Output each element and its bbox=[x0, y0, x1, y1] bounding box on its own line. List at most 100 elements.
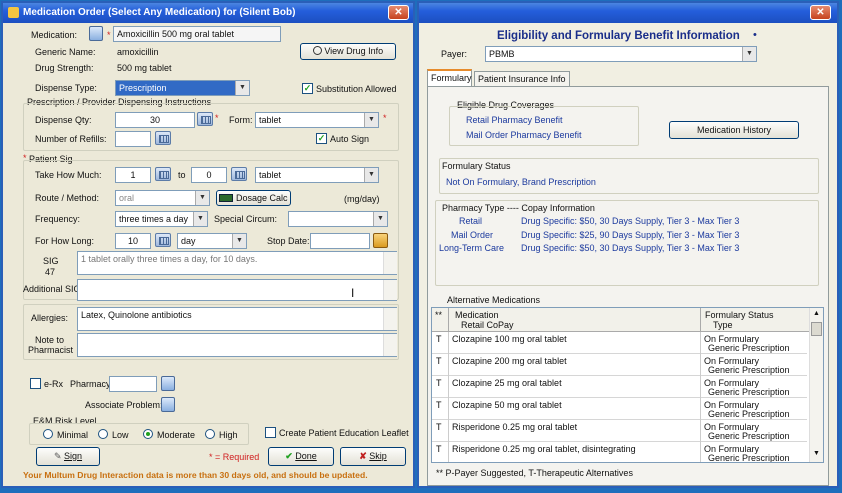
allergies-scrollbar[interactable] bbox=[383, 308, 397, 330]
substitution-label: Substitution Allowed bbox=[316, 84, 397, 94]
risk-low-radio[interactable] bbox=[98, 429, 108, 439]
close-button[interactable]: ✕ bbox=[810, 5, 831, 20]
chevron-down-icon[interactable]: ▼ bbox=[373, 212, 387, 226]
take-to-field[interactable]: 0 bbox=[191, 167, 227, 183]
chevron-down-icon[interactable]: ▼ bbox=[364, 113, 378, 127]
chevron-up-icon[interactable]: ▲ bbox=[813, 310, 820, 317]
pharmacy-field[interactable] bbox=[109, 376, 157, 392]
keypad-icon[interactable] bbox=[231, 167, 247, 181]
take-unit-select[interactable]: tablet ▼ bbox=[255, 167, 379, 183]
pharmacy-lookup-icon[interactable] bbox=[161, 376, 175, 391]
refills-field[interactable] bbox=[115, 131, 151, 147]
auto-sign-checkbox[interactable]: ✓ bbox=[316, 133, 327, 144]
table-row[interactable]: T Clozapine 100 mg oral tablet On Formul… bbox=[432, 332, 807, 354]
table-row[interactable]: T Clozapine 50 mg oral tablet On Formula… bbox=[432, 398, 807, 420]
sig-scrollbar[interactable] bbox=[383, 252, 397, 274]
for-how-long-field[interactable]: 10 bbox=[115, 233, 151, 249]
medication-history-label: Medication History bbox=[696, 125, 772, 135]
chevron-down-icon[interactable]: ▼ bbox=[742, 47, 756, 61]
note-to-pharmacist-field[interactable] bbox=[77, 333, 397, 357]
pharmacy-label: Pharmacy: bbox=[70, 379, 114, 389]
medication-lookup-icon[interactable] bbox=[89, 26, 103, 41]
formulary-heading: Eligibility and Formulary Benefit Inform… bbox=[497, 30, 740, 42]
table-row[interactable]: T Clozapine 25 mg oral tablet On Formula… bbox=[432, 376, 807, 398]
row-flag: T bbox=[436, 400, 442, 410]
row-column-divider bbox=[448, 332, 449, 462]
stop-date-label: Stop Date: bbox=[267, 236, 310, 246]
keypad-icon[interactable] bbox=[155, 167, 171, 181]
additional-sig-scrollbar[interactable] bbox=[383, 280, 397, 300]
take-how-much-label: Take How Much: bbox=[35, 170, 102, 180]
required-marker: * bbox=[215, 113, 219, 123]
frequency-label: Frequency: bbox=[35, 214, 81, 224]
row-medication: Clozapine 200 mg oral tablet bbox=[452, 356, 567, 366]
row-medication: Clozapine 50 mg oral tablet bbox=[452, 400, 562, 410]
heading-dot: • bbox=[753, 29, 757, 41]
allergies-value: Latex, Quinolone antibiotics bbox=[81, 310, 192, 320]
sign-button[interactable]: ✎ Sign bbox=[36, 447, 100, 466]
copay-info: Drug Specific: $50, 30 Days Supply, Tier… bbox=[521, 216, 740, 226]
risk-minimal-radio[interactable] bbox=[43, 429, 53, 439]
header-type: Type bbox=[713, 320, 733, 330]
chevron-down-icon[interactable]: ▼ bbox=[195, 191, 209, 205]
stop-date-field[interactable] bbox=[310, 233, 370, 249]
risk-high-radio[interactable] bbox=[205, 429, 215, 439]
note-label-line1: Note to bbox=[35, 335, 65, 345]
duration-unit-select[interactable]: day ▼ bbox=[177, 233, 247, 249]
chevron-down-icon[interactable]: ▼ bbox=[232, 234, 246, 248]
calendar-icon[interactable] bbox=[373, 233, 388, 248]
row-flag: T bbox=[436, 356, 442, 366]
medication-history-button[interactable]: Medication History bbox=[669, 121, 799, 139]
dosage-calc-button[interactable]: Dosage Calc bbox=[216, 190, 291, 206]
chevron-down-icon[interactable]: ▼ bbox=[193, 212, 207, 226]
chevron-down-icon[interactable]: ▼ bbox=[813, 450, 820, 457]
note-scrollbar[interactable] bbox=[383, 334, 397, 356]
keypad-icon[interactable] bbox=[155, 233, 171, 247]
skip-label: Skip bbox=[369, 451, 387, 461]
tab-patient-insurance[interactable]: Patient Insurance Info bbox=[474, 71, 570, 87]
table-row[interactable]: T Risperidone 0.25 mg oral tablet, disin… bbox=[432, 442, 807, 462]
erx-checkbox[interactable] bbox=[30, 378, 41, 389]
copay-type: Long-Term Care bbox=[439, 243, 505, 253]
required-note: * = Required bbox=[209, 452, 260, 462]
substitution-checkbox[interactable]: ✓ bbox=[302, 83, 313, 94]
form-label: Form: bbox=[229, 115, 253, 125]
table-row[interactable]: T Risperidone 0.25 mg oral tablet On For… bbox=[432, 420, 807, 442]
additional-sig-field[interactable] bbox=[77, 279, 397, 301]
dispense-qty-field[interactable]: 30 bbox=[115, 112, 195, 128]
alternatives-scrollbar[interactable]: ▲ ▼ bbox=[809, 308, 823, 462]
dispense-type-select[interactable]: Prescription ▼ bbox=[115, 80, 250, 96]
close-icon: ✕ bbox=[816, 7, 825, 18]
close-button[interactable]: ✕ bbox=[388, 5, 409, 20]
keypad-icon[interactable] bbox=[155, 131, 171, 145]
payer-select[interactable]: PBMB ▼ bbox=[485, 46, 757, 62]
problem-lookup-icon[interactable] bbox=[161, 397, 175, 412]
chevron-down-icon[interactable]: ▼ bbox=[364, 168, 378, 182]
form-select[interactable]: tablet ▼ bbox=[255, 112, 379, 128]
tab-formulary[interactable]: Formulary bbox=[427, 69, 472, 87]
keypad-icon[interactable] bbox=[197, 112, 213, 126]
header-formulary-status: Formulary Status bbox=[705, 310, 774, 320]
copay-type: Mail Order bbox=[451, 230, 494, 240]
risk-moderate-radio[interactable] bbox=[143, 429, 153, 439]
table-row[interactable]: T Clozapine 200 mg oral tablet On Formul… bbox=[432, 354, 807, 376]
special-circum-select[interactable]: ▼ bbox=[288, 211, 388, 227]
allergies-label: Allergies: bbox=[31, 313, 69, 323]
alternatives-footnote: ** P-Payer Suggested, T-Therapeutic Alte… bbox=[436, 468, 633, 478]
header-retail-copay: Retail CoPay bbox=[461, 320, 514, 330]
sig-text: 1 tablet orally three times a day, for 1… bbox=[81, 254, 258, 264]
create-leaflet-checkbox[interactable] bbox=[265, 427, 276, 438]
allergies-field[interactable]: Latex, Quinolone antibiotics bbox=[77, 307, 397, 331]
view-drug-info-button[interactable]: View Drug Info bbox=[300, 43, 396, 60]
skip-button[interactable]: ✘ Skip bbox=[340, 447, 406, 466]
medication-field[interactable]: Amoxicillin 500 mg oral tablet bbox=[113, 26, 281, 42]
route-select[interactable]: oral ▼ bbox=[115, 190, 210, 206]
chevron-down-icon[interactable]: ▼ bbox=[235, 81, 249, 95]
sig-text-area[interactable]: 1 tablet orally three times a day, for 1… bbox=[77, 251, 397, 275]
done-button[interactable]: ✔ Done bbox=[268, 447, 334, 466]
payer-label: Payer: bbox=[441, 49, 468, 59]
frequency-select[interactable]: three times a day ▼ bbox=[115, 211, 208, 227]
scroll-thumb[interactable] bbox=[811, 322, 822, 336]
medication-order-titlebar: Medication Order (Select Any Medication)… bbox=[3, 3, 413, 23]
take-from-field[interactable]: 1 bbox=[115, 167, 151, 183]
